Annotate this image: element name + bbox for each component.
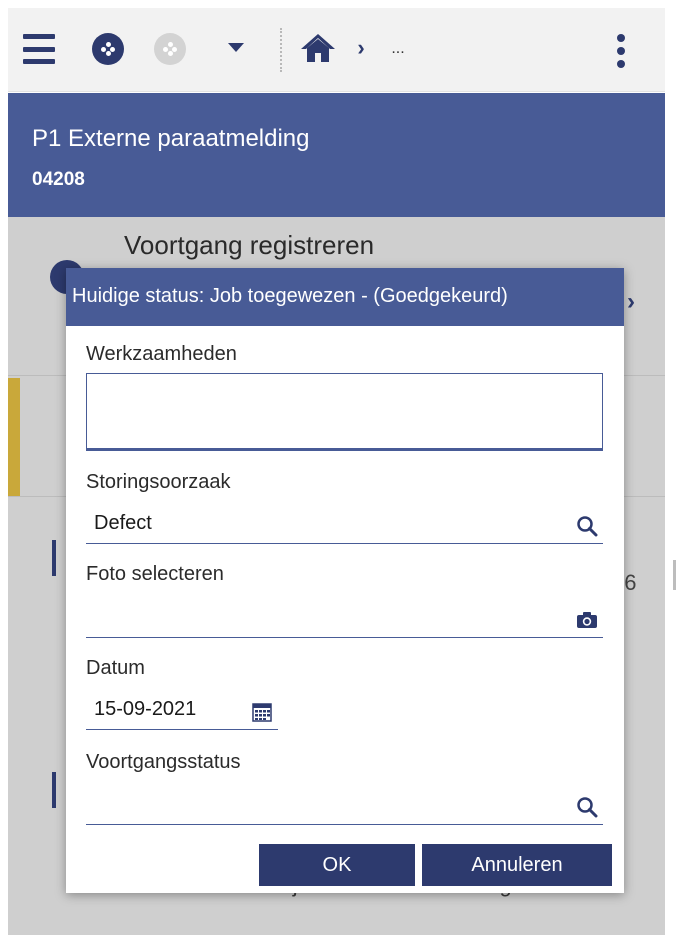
app-icon[interactable] [92,33,124,65]
werkzaamheden-field[interactable] [86,373,603,451]
app-window: › ... P1 Externe paraatmelding 04208 Voo… [8,8,665,935]
caret-down-icon[interactable] [228,42,244,54]
chevron-right-icon: › [357,35,365,60]
camera-icon[interactable] [575,608,599,632]
page-code: 04208 [32,169,85,190]
more-vertical-icon[interactable] [614,34,628,68]
toolbar: › ... [8,8,665,92]
status-stripe [8,378,20,496]
storingsoorzaak-label: Storingsoorzaak [86,471,231,493]
dialog-header: Huidige status: Job toegewezen - (Goedge… [66,268,624,326]
menu-icon[interactable] [22,34,56,64]
cancel-button[interactable]: Annuleren [422,844,612,886]
foto-field[interactable] [86,602,603,638]
storingsoorzaak-field[interactable]: Defect [86,508,603,544]
search-icon[interactable] [575,514,599,538]
dialog-title: Huidige status: Job toegewezen - (Goedge… [72,285,508,307]
breadcrumb-ellipsis[interactable]: ... [386,40,410,57]
storingsoorzaak-value: Defect [94,512,152,534]
list-marker [52,772,56,808]
chevron-right-icon[interactable]: › [627,288,635,316]
datum-label: Datum [86,657,145,679]
page-title: P1 Externe paraatmelding [32,125,310,152]
search-icon[interactable] [575,795,599,819]
datum-value: 15-09-2021 [94,698,197,720]
werkzaamheden-label: Werkzaamheden [86,343,237,365]
calendar-icon[interactable] [250,700,274,724]
toolbar-divider [280,28,282,72]
step-title: Voortgang registreren [124,230,375,260]
app-icon-disabled [154,33,186,65]
voortgangsstatus-field[interactable] [86,789,603,825]
scrollbar[interactable] [673,560,676,590]
page-header: P1 Externe paraatmelding 04208 [8,93,665,217]
foto-label: Foto selecteren [86,563,224,585]
list-marker [52,540,56,576]
voortgangsstatus-label: Voortgangsstatus [86,751,241,773]
datum-field[interactable]: 15-09-2021 [86,694,278,730]
status-dialog: Huidige status: Job toegewezen - (Goedge… [66,268,624,893]
home-icon[interactable] [300,32,336,64]
ok-button[interactable]: OK [259,844,415,886]
